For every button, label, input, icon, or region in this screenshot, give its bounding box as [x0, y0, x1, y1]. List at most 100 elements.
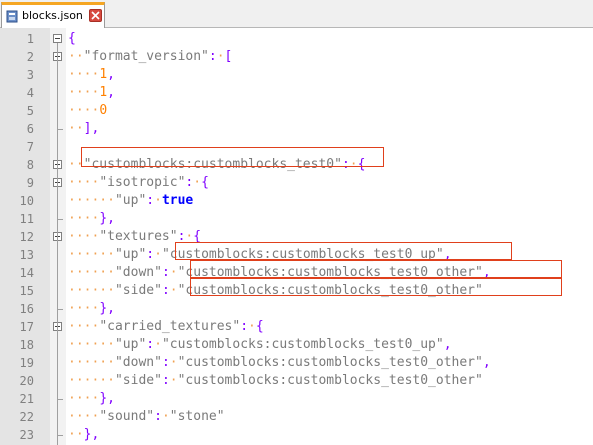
token-ws: ····: [68, 211, 100, 226]
token-ws: ····: [68, 391, 100, 406]
token-str: "down": [114, 355, 162, 370]
code-text: ······"down":·"customblocks:customblocks…: [68, 354, 491, 372]
code-text: ····0: [68, 102, 107, 120]
token-ws: ·: [154, 337, 162, 352]
line-number: 20: [19, 374, 34, 388]
code-line[interactable]: 22 ····"sound":·"stone": [0, 408, 593, 426]
token-str: "customblocks:customblocks_test0_up": [161, 337, 444, 352]
line-number: 21: [19, 392, 34, 406]
code-text: ····},: [68, 390, 115, 408]
token-ws: ·: [154, 193, 162, 208]
token-ws: ····: [68, 103, 100, 118]
code-text: ····"isotropic":·{: [68, 174, 209, 192]
code-line[interactable]: 11 ····},: [0, 210, 593, 228]
code-line[interactable]: 9 ····"isotropic":·{: [0, 174, 593, 192]
token-str: "textures": [99, 229, 178, 244]
token-ws: ····: [68, 67, 100, 82]
token-str: "side": [114, 283, 162, 298]
line-number: 13: [19, 248, 34, 262]
code-line[interactable]: 17 ····"carried_textures":·{: [0, 318, 593, 336]
token-ws: ·: [216, 49, 225, 64]
code-line[interactable]: 1{: [0, 30, 593, 48]
tab-blocks-json[interactable]: blocks.json: [1, 2, 105, 28]
token-ws: ······: [68, 355, 115, 370]
code-line[interactable]: 18 ······"up":·"customblocks:customblocks…: [0, 336, 593, 354]
line-number: 3: [26, 68, 34, 82]
token-str: "stone": [169, 409, 225, 424]
code-text: ······"side":·"customblocks:customblocks…: [68, 372, 483, 390]
token-op: [: [224, 49, 233, 64]
code-line[interactable]: 20 ······"side":·"customblocks:custombloc…: [0, 372, 593, 390]
token-ws: ·: [154, 247, 162, 262]
line-number: 18: [19, 338, 34, 352]
code-line[interactable]: 10 ······"up":·true: [0, 192, 593, 210]
token-kw: true: [161, 193, 194, 208]
code-line[interactable]: 5 ····0: [0, 102, 593, 120]
line-number: 7: [26, 140, 34, 154]
token-ws: ·: [169, 265, 178, 280]
code-line[interactable]: 19 ······"down":·"customblocks:custombloc…: [0, 354, 593, 372]
token-str: "sound": [99, 409, 155, 424]
token-op: ,: [482, 355, 491, 370]
file-icon: [6, 10, 18, 23]
code-text: ····1,: [68, 66, 115, 84]
token-op: :: [240, 319, 249, 334]
token-ws: ····: [68, 175, 100, 190]
code-text: ··],: [68, 120, 99, 138]
token-op: {: [201, 175, 209, 190]
token-num: 1: [99, 67, 108, 82]
token-ws: ····: [68, 409, 100, 424]
token-op: :: [146, 247, 155, 262]
token-ws: ·: [169, 283, 178, 298]
token-ws: ····: [68, 301, 100, 316]
token-str: "customblocks:customblocks_test0_other": [177, 355, 483, 370]
line-number: 17: [19, 320, 34, 334]
line-number: 19: [19, 356, 34, 370]
code-text: {: [68, 30, 76, 48]
token-op: :: [146, 193, 155, 208]
fold-guide: [57, 43, 58, 445]
token-op: {: [68, 31, 76, 46]
line-number: 5: [26, 104, 34, 118]
highlight-box-block-id: [81, 147, 384, 167]
token-str: "isotropic": [99, 175, 186, 190]
token-op: ],: [83, 121, 100, 136]
token-ws: ····: [68, 85, 100, 100]
code-text: ····"sound":·"stone": [68, 408, 225, 426]
token-op: ,: [107, 85, 115, 100]
token-op: :: [146, 337, 155, 352]
token-ws: ·: [193, 175, 202, 190]
line-number: 1: [26, 32, 34, 46]
code-line[interactable]: 3 ····1,: [0, 66, 593, 84]
code-line[interactable]: 4 ····1,: [0, 84, 593, 102]
token-num: 0: [99, 103, 108, 118]
line-number: 11: [19, 212, 34, 226]
line-number: 8: [26, 158, 34, 172]
token-ws: ·: [248, 319, 256, 334]
line-number: 2: [26, 50, 34, 64]
code-text: ··},: [68, 426, 99, 444]
line-number: 22: [19, 410, 34, 424]
code-line[interactable]: 23 ··},: [0, 426, 593, 444]
token-op: :: [208, 49, 217, 64]
token-op: :: [161, 373, 170, 388]
token-op: ,: [107, 67, 115, 82]
token-str: "carried_textures": [99, 319, 241, 334]
token-str: "customblocks:customblocks_test0_other": [177, 373, 483, 388]
token-op: },: [99, 301, 115, 316]
token-ws: ·: [169, 355, 178, 370]
fold-toggle-icon[interactable]: [53, 34, 62, 43]
token-op: },: [83, 427, 100, 442]
token-ws: ······: [68, 265, 115, 280]
token-ws: ······: [68, 193, 115, 208]
close-icon[interactable]: [89, 9, 102, 22]
highlight-box-side: [190, 278, 562, 296]
code-line[interactable]: 21 ····},: [0, 390, 593, 408]
code-line[interactable]: 6 ··],: [0, 120, 593, 138]
token-op: :: [154, 409, 162, 424]
token-ws: ··: [68, 121, 84, 136]
code-editor[interactable]: 1{2 ··"format_version":·[3 ····1, 4 ····1, 5 ·…: [0, 28, 593, 445]
code-line[interactable]: 2 ··"format_version":·[: [0, 48, 593, 66]
code-line[interactable]: 16 ····},: [0, 300, 593, 318]
token-ws: ······: [68, 373, 115, 388]
